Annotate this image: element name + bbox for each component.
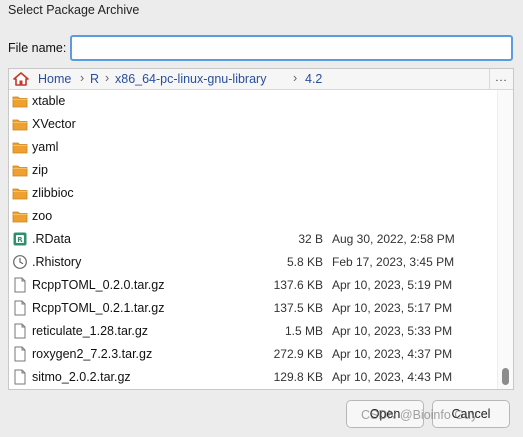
folder-icon xyxy=(12,208,28,224)
file-modified: Apr 10, 2023, 5:19 PM xyxy=(332,278,453,292)
file-name: RcppTOML_0.2.0.tar.gz xyxy=(32,278,165,292)
rdata-icon: R xyxy=(12,231,28,247)
folder-row[interactable]: XVector xyxy=(9,113,497,136)
filename-input[interactable] xyxy=(70,35,513,61)
file-row[interactable]: roxygen2_7.2.3.tar.gz 272.9 KB Apr 10, 202… xyxy=(9,343,497,366)
folder-icon xyxy=(12,185,28,201)
file-name: RcppTOML_0.2.1.tar.gz xyxy=(32,301,165,315)
file-name: zlibbioc xyxy=(32,186,74,200)
file-name: zoo xyxy=(32,209,53,223)
file-size: 5.8 KB xyxy=(286,255,323,269)
file-name: reticulate_1.28.tar.gz xyxy=(32,324,149,338)
folder-row[interactable]: zoo xyxy=(9,205,497,228)
file-size: 32 B xyxy=(298,232,323,246)
filename-row: File name: xyxy=(0,34,523,62)
file-name: sitmo_2.0.2.tar.gz xyxy=(32,370,131,384)
document-icon xyxy=(12,369,28,385)
file-row[interactable]: reticulate_1.28.tar.gz 1.5 MB Apr 10, 2023… xyxy=(9,320,497,343)
folder-row[interactable]: yaml xyxy=(9,136,497,159)
folder-icon xyxy=(12,116,28,132)
document-icon xyxy=(12,346,28,362)
file-size: 129.8 KB xyxy=(273,370,323,384)
svg-text:R: R xyxy=(17,236,23,244)
chevron-right-icon: › xyxy=(105,71,110,85)
file-name: roxygen2_7.2.3.tar.gz xyxy=(32,347,153,361)
file-modified: Apr 10, 2023, 5:33 PM xyxy=(332,324,453,338)
breadcrumb-home[interactable]: Home xyxy=(38,72,71,86)
file-row[interactable]: RcppTOML_0.2.0.tar.gz 137.6 KB Apr 10, 202… xyxy=(9,274,497,297)
file-name: yaml xyxy=(32,140,59,154)
file-modified: Apr 10, 2023, 4:37 PM xyxy=(332,347,453,361)
folder-row[interactable]: zip xyxy=(9,159,497,182)
document-icon xyxy=(12,300,28,316)
file-name: .Rhistory xyxy=(32,255,82,269)
file-name: zip xyxy=(32,163,48,177)
breadcrumb-version[interactable]: 4.2 xyxy=(305,72,322,86)
window-title: Select Package Archive xyxy=(8,3,140,17)
file-modified: Apr 10, 2023, 4:43 PM xyxy=(332,370,453,384)
file-size: 1.5 MB xyxy=(284,324,323,338)
breadcrumb-r[interactable]: R xyxy=(90,72,99,86)
file-size: 137.6 KB xyxy=(273,278,323,292)
folder-icon xyxy=(12,139,28,155)
scrollbar[interactable] xyxy=(497,90,513,389)
file-row[interactable]: sitmo_2.0.2.tar.gz 129.8 KB Apr 10, 2023, … xyxy=(9,366,497,389)
file-browser: Home › R › x86_64-pc-linux-gnu-library ›… xyxy=(8,68,514,390)
file-size: 272.9 KB xyxy=(273,347,323,361)
breadcrumb-more-button[interactable]: ... xyxy=(489,69,513,89)
file-size: 137.5 KB xyxy=(273,301,323,315)
clock-icon xyxy=(12,254,28,270)
home-icon[interactable] xyxy=(13,72,29,86)
file-modified: Feb 17, 2023, 3:45 PM xyxy=(332,255,455,269)
breadcrumb-library[interactable]: x86_64-pc-linux-gnu-library xyxy=(115,72,266,86)
select-package-dialog: Select Package Archive File name: Home ›… xyxy=(0,0,523,437)
file-modified: Apr 10, 2023, 5:17 PM xyxy=(332,301,453,315)
file-name: xtable xyxy=(32,94,66,108)
folder-row[interactable]: zlibbioc xyxy=(9,182,497,205)
file-row[interactable]: R .RData 32 B Aug 30, 2022, 2:58 PM xyxy=(9,228,497,251)
filename-label: File name: xyxy=(8,41,67,55)
chevron-right-icon: › xyxy=(293,71,298,85)
chevron-right-icon: › xyxy=(80,71,85,85)
watermark: CSDN @Bioinfo Guy xyxy=(361,408,478,422)
title-bar: Select Package Archive xyxy=(0,0,523,22)
file-name: XVector xyxy=(32,117,76,131)
document-icon xyxy=(12,277,28,293)
file-row[interactable]: .Rhistory 5.8 KB Feb 17, 2023, 3:45 PM xyxy=(9,251,497,274)
file-modified: Aug 30, 2022, 2:58 PM xyxy=(332,232,455,246)
breadcrumb: Home › R › x86_64-pc-linux-gnu-library ›… xyxy=(9,69,513,90)
document-icon xyxy=(12,323,28,339)
file-list: xtable XVector yaml zip zlibbioc zoo R .RData 32… xyxy=(9,90,497,389)
file-name: .RData xyxy=(32,232,71,246)
scrollbar-thumb[interactable] xyxy=(502,368,509,385)
folder-row[interactable]: xtable xyxy=(9,90,497,113)
folder-icon xyxy=(12,162,28,178)
file-row[interactable]: RcppTOML_0.2.1.tar.gz 137.5 KB Apr 10, 202… xyxy=(9,297,497,320)
folder-icon xyxy=(12,93,28,109)
